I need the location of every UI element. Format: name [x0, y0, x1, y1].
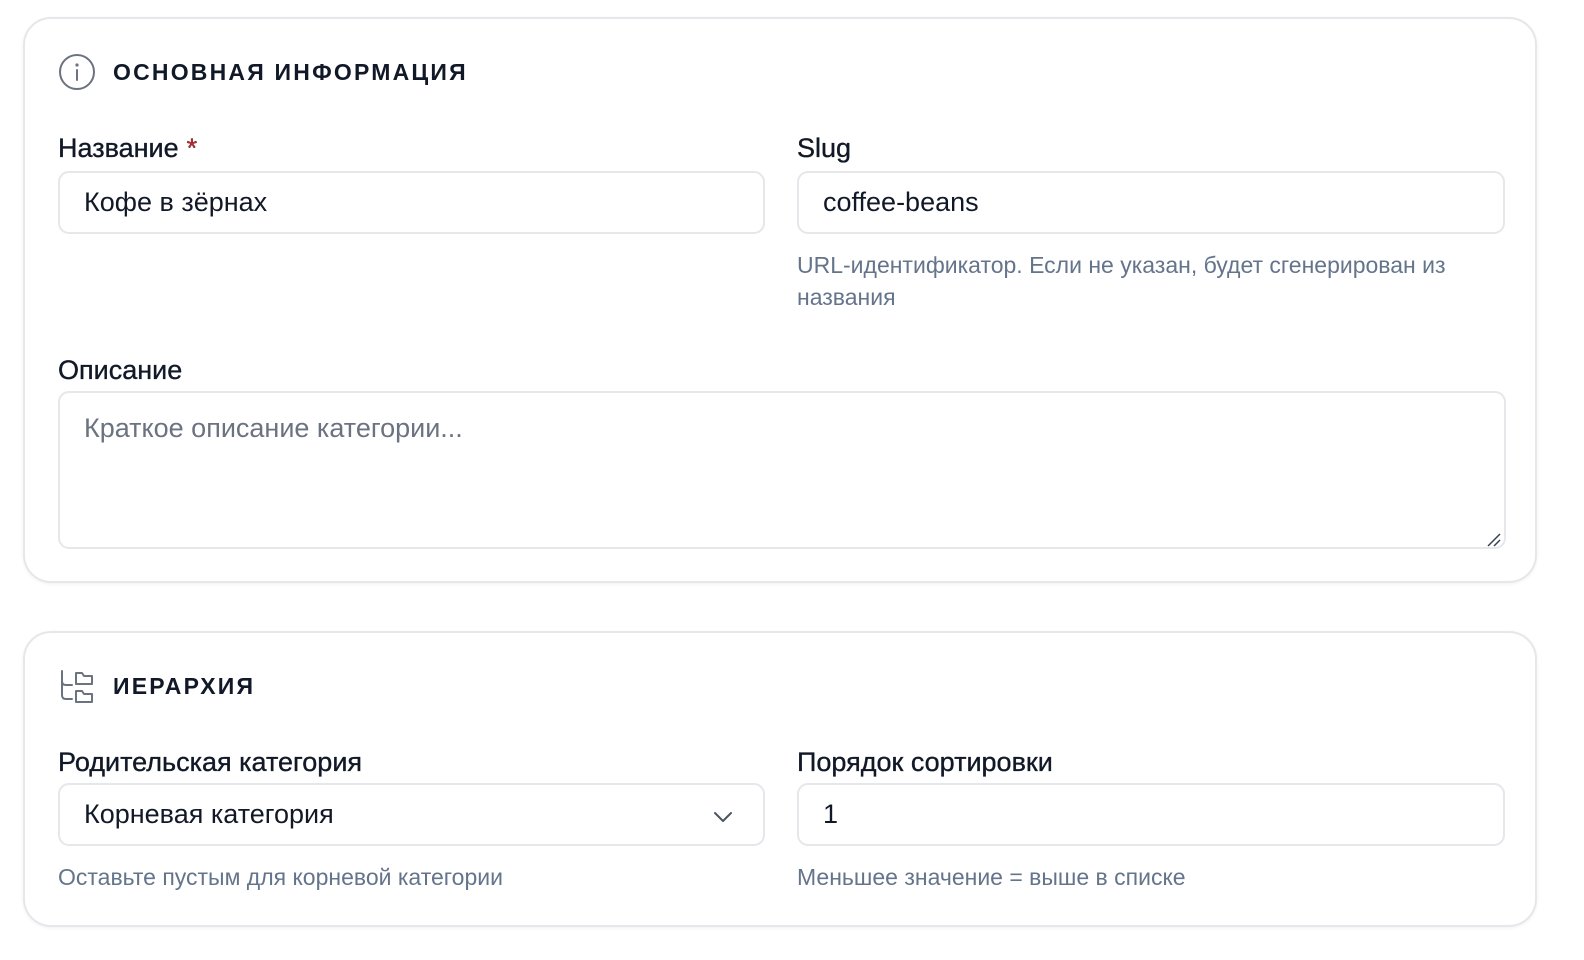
sort-order-label: Порядок сортировки: [797, 747, 1053, 777]
parent-category-label: Родительская категория: [58, 747, 363, 777]
name-label: Название *: [58, 131, 765, 165]
slug-field: Slug coffee-beans URL-идентификатор. Есл…: [797, 131, 1505, 321]
hierarchy-card: ИЕРАРХИЯ Родительская категория Корневая…: [23, 631, 1537, 927]
info-icon: [59, 54, 95, 90]
slug-hint: URL-идентификатор. Если не указан, будет…: [797, 252, 1446, 310]
sort-order-value: 1: [823, 799, 839, 829]
sort-order-field: Порядок сортировки 1 Меньшее значение = …: [797, 745, 1505, 895]
folder-tree-icon: [61, 670, 93, 703]
name-field: Название * Кофе в зёрнах: [58, 131, 765, 235]
basic-info-card: ОСНОВНАЯ ИНФОРМАЦИЯ Название * Кофе в зёр…: [23, 17, 1537, 583]
parent-category-select[interactable]: Корневая категория: [58, 783, 765, 846]
name-input[interactable]: Кофе в зёрнах: [58, 171, 765, 234]
hierarchy-title: ИЕРАРХИЯ: [113, 672, 256, 699]
description-field: Описание: [58, 353, 1506, 551]
name-label-text: Название: [58, 133, 179, 163]
sort-order-input[interactable]: 1: [797, 783, 1505, 846]
chevron-down-icon: [714, 812, 732, 822]
name-input-value: Кофе в зёрнах: [84, 187, 268, 217]
description-textarea[interactable]: [58, 391, 1506, 549]
parent-category-selected: Корневая категория: [84, 799, 334, 829]
resize-grip-icon[interactable]: [1485, 531, 1501, 547]
basic-info-header: ОСНОВНАЯ ИНФОРМАЦИЯ: [58, 53, 468, 91]
sort-order-hint: Меньшее значение = выше в списке: [797, 864, 1186, 890]
required-mark: *: [186, 133, 198, 163]
basic-info-title: ОСНОВНАЯ ИНФОРМАЦИЯ: [113, 58, 468, 85]
slug-label: Slug: [797, 133, 852, 163]
slug-input[interactable]: coffee-beans: [797, 171, 1505, 234]
description-label: Описание: [58, 355, 183, 385]
parent-category-hint: Оставьте пустым для корневой категории: [58, 864, 503, 890]
slug-input-value: coffee-beans: [823, 187, 979, 217]
parent-category-field: Родительская категория Корневая категори…: [58, 745, 765, 895]
hierarchy-header: ИЕРАРХИЯ: [58, 667, 255, 705]
